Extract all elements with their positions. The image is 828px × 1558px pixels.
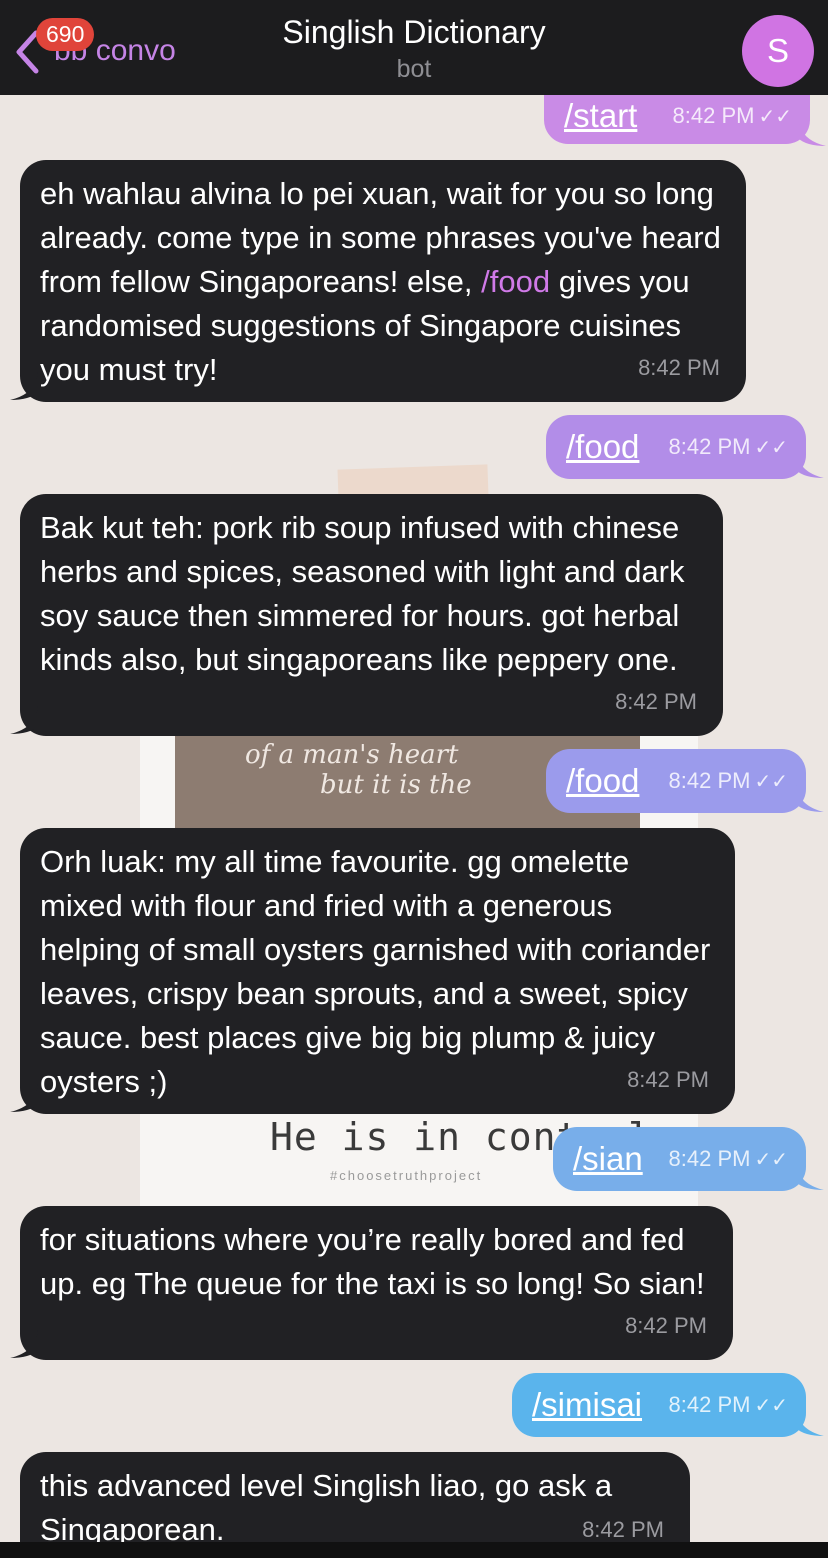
double-check-icon: ✓✓ bbox=[754, 1395, 788, 1417]
bubble-tail-icon bbox=[10, 372, 38, 400]
chat-title: Singlish Dictionary bbox=[282, 14, 546, 50]
message-time: 8:42 PM ✓✓ bbox=[668, 434, 788, 459]
command-link[interactable]: /food bbox=[566, 762, 639, 800]
double-check-icon: ✓✓ bbox=[754, 1149, 788, 1171]
message-time: 8:42 PM ✓✓ bbox=[668, 1392, 788, 1417]
incoming-message: eh wahlau alvina lo pei xuan, wait for y… bbox=[20, 160, 746, 402]
bubble-tail-icon bbox=[796, 1408, 824, 1436]
double-check-icon: ✓✓ bbox=[758, 105, 792, 128]
chat-subtitle: bot bbox=[396, 55, 432, 83]
command-link[interactable]: /simisai bbox=[532, 1386, 642, 1424]
outgoing-message: /simisai 8:42 PM ✓✓ bbox=[512, 1373, 806, 1437]
wallpaper-script-line2: but it is the bbox=[320, 770, 472, 800]
message-time: 8:42 PM bbox=[625, 1313, 707, 1338]
message-time: 8:42 PM bbox=[615, 689, 697, 714]
outgoing-message: /sian 8:42 PM ✓✓ bbox=[553, 1127, 806, 1191]
double-check-icon: ✓✓ bbox=[754, 437, 788, 459]
bubble-tail-icon bbox=[796, 450, 824, 478]
message-time: 8:42 PM bbox=[627, 1067, 709, 1092]
message-time: 8:42 PM ✓✓ bbox=[668, 1146, 788, 1171]
incoming-message: for situations where you’re really bored… bbox=[20, 1206, 733, 1360]
message-text: this advanced level Singlish liao, go as… bbox=[40, 1468, 613, 1547]
bubble-tail-icon bbox=[10, 1084, 38, 1112]
wallpaper-hashtag: #choosetruthproject bbox=[330, 1168, 483, 1183]
bubble-tail-icon bbox=[10, 1330, 38, 1358]
message-time: 8:42 PM ✓✓ bbox=[672, 102, 792, 128]
outgoing-message: /food 8:42 PM ✓✓ bbox=[546, 749, 806, 813]
wallpaper-script-line1: of a man's heart bbox=[245, 740, 459, 770]
chat-header: bb convo 690 Singlish Dictionary bot S bbox=[0, 0, 828, 95]
message-text: eh wahlau alvina lo pei xuan, wait for y… bbox=[40, 176, 721, 387]
bubble-tail-icon bbox=[796, 784, 824, 812]
outgoing-message: /start 8:42 PM ✓✓ bbox=[544, 87, 810, 144]
command-link[interactable]: /sian bbox=[573, 1140, 643, 1178]
message-time: 8:42 PM bbox=[638, 355, 720, 380]
bubble-tail-icon bbox=[796, 1162, 824, 1190]
unread-badge: 690 bbox=[36, 18, 95, 51]
bottom-bar bbox=[0, 1542, 828, 1558]
command-link[interactable]: /start bbox=[564, 97, 637, 135]
chat-title-block[interactable]: Singlish Dictionary bot bbox=[0, 14, 828, 84]
message-text: Orh luak: my all time favourite. gg omel… bbox=[40, 844, 711, 1099]
message-text: Bak kut teh: pork rib soup infused with … bbox=[40, 510, 685, 677]
message-text: for situations where you’re really bored… bbox=[40, 1222, 705, 1301]
incoming-message: Bak kut teh: pork rib soup infused with … bbox=[20, 494, 723, 736]
command-link[interactable]: /food bbox=[481, 264, 550, 299]
bubble-tail-icon bbox=[798, 118, 826, 146]
double-check-icon: ✓✓ bbox=[754, 771, 788, 793]
outgoing-message: /food 8:42 PM ✓✓ bbox=[546, 415, 806, 479]
message-time: 8:42 PM ✓✓ bbox=[668, 768, 788, 793]
incoming-message: Orh luak: my all time favourite. gg omel… bbox=[20, 828, 735, 1114]
avatar[interactable]: S bbox=[742, 15, 814, 87]
command-link[interactable]: /food bbox=[566, 428, 639, 466]
bubble-tail-icon bbox=[10, 706, 38, 734]
